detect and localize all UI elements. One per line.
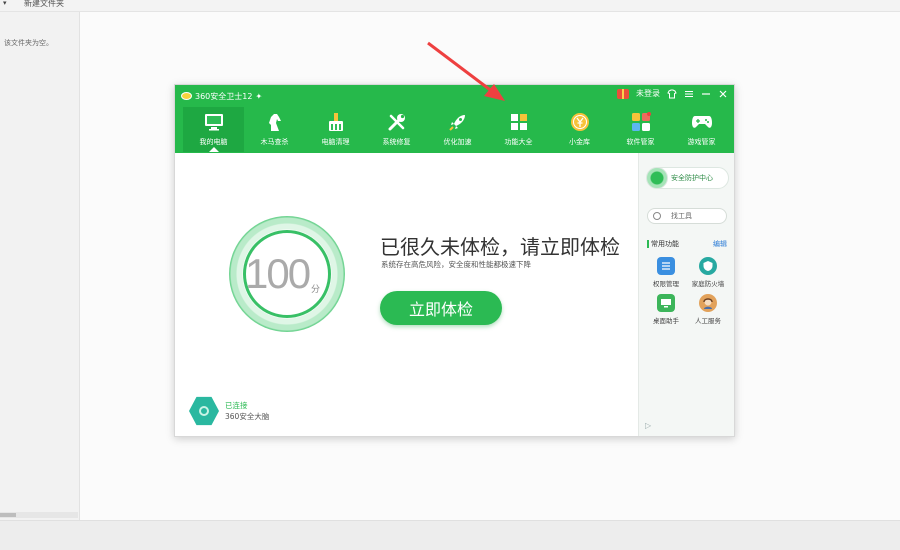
tab-pc-cleanup[interactable]: 电脑清理 [305, 107, 366, 152]
coin-icon [569, 111, 591, 133]
support-agent-icon [699, 294, 717, 312]
expand-sidebar-icon[interactable]: ▷ [645, 421, 651, 430]
explorer-tab[interactable]: 新建文件夹 [24, 0, 64, 9]
edit-link[interactable]: 编辑 [713, 239, 727, 249]
gift-icon[interactable] [617, 88, 629, 99]
permission-icon [657, 257, 675, 275]
tab-optimize[interactable]: 优化加速 [427, 107, 488, 152]
monitor-icon [203, 111, 225, 133]
common-features-title: 常用功能 [647, 239, 679, 249]
tab-label: 我的电脑 [199, 138, 228, 146]
app-header: 360安全卫士12 ✦ 未登录 我的电脑 木马查杀 电脑清理 系统修复 优化加速… [175, 85, 734, 153]
horizontal-scrollbar[interactable] [0, 512, 78, 518]
tab-label: 木马查杀 [260, 138, 289, 146]
menu-icon[interactable] [684, 89, 694, 99]
tab-vault[interactable]: 小金库 [549, 107, 610, 152]
horse-icon [264, 111, 286, 133]
find-tools-label: 找工具 [671, 212, 692, 220]
login-link[interactable]: 未登录 [636, 88, 660, 99]
main-nav: 我的电脑 木马查杀 电脑清理 系统修复 优化加速 功能大全 小金库 软件管家 游… [183, 107, 732, 152]
tool-label: 桌面助手 [653, 317, 679, 325]
pin-icon[interactable]: ✦ [255, 92, 262, 101]
health-score: 100 [245, 250, 311, 297]
tab-trojan-scan[interactable]: 木马查杀 [244, 107, 305, 152]
app-title-bar: 360安全卫士12 ✦ [181, 89, 262, 103]
tab-all-features[interactable]: 功能大全 [488, 107, 549, 152]
tab-label: 游戏管家 [687, 138, 716, 146]
shield-icon [646, 167, 668, 189]
chevron-down-icon[interactable]: ▾ [3, 0, 7, 7]
tab-label: 电脑清理 [321, 138, 350, 146]
security-app-window: 360安全卫士12 ✦ 未登录 我的电脑 木马查杀 电脑清理 系统修复 优化加速… [174, 84, 735, 437]
start-checkup-button[interactable]: 立即体检 [380, 291, 502, 325]
scrollbar-thumb[interactable] [0, 513, 16, 517]
app-logo-icon [181, 92, 192, 100]
protection-center-button[interactable]: 安全防护中心 [646, 167, 729, 189]
checkup-headline: 已很久未体检，请立即体检 [380, 235, 620, 259]
common-features-header: 常用功能 编辑 [647, 239, 727, 249]
tab-label: 系统修复 [382, 138, 411, 146]
protection-center-label: 安全防护中心 [671, 174, 713, 182]
brain-connection-status: 已连接 [225, 401, 248, 410]
tool-home-firewall[interactable]: 家庭防火墙 [687, 257, 729, 288]
tab-system-repair[interactable]: 系统修复 [366, 107, 427, 152]
grid-icon [508, 111, 530, 133]
explorer-navigation-pane: 该文件夹为空。 [0, 12, 80, 520]
explorer-tab-bar: ▾ 新建文件夹 [0, 0, 900, 12]
find-tools-search[interactable]: 找工具 [647, 208, 727, 224]
tool-label: 家庭防火墙 [691, 280, 725, 288]
tab-label: 小金库 [569, 138, 590, 146]
skin-icon[interactable] [667, 89, 677, 99]
search-icon [653, 212, 661, 220]
tool-human-service[interactable]: 人工服务 [687, 294, 729, 325]
tab-label: 优化加速 [443, 138, 472, 146]
common-tools-grid: 权限管理 家庭防火墙 桌面助手 人工服务 [645, 257, 729, 325]
broom-icon [325, 111, 347, 133]
security-brain-icon [189, 396, 219, 426]
wrench-icon [386, 111, 408, 133]
app-title: 360安全卫士12 [195, 91, 253, 101]
checkup-panel: 100 分 已很久未体检，请立即体检 系统存在高危风险，安全度和性能都极速下降 … [175, 153, 638, 436]
tab-my-computer[interactable]: 我的电脑 [183, 107, 244, 152]
tab-game-manager[interactable]: 游戏管家 [671, 107, 732, 152]
score-unit: 分 [311, 285, 321, 295]
desktop-assistant-icon [657, 294, 675, 312]
apps-icon [630, 111, 652, 133]
rocket-icon [447, 111, 469, 133]
window-controls: 未登录 [617, 88, 728, 99]
security-brain-status[interactable]: 已连接 360安全大脑 [189, 396, 269, 426]
tab-label: 功能大全 [504, 138, 533, 146]
firewall-icon [699, 257, 717, 275]
explorer-status-bar [0, 520, 900, 550]
gamepad-icon [691, 111, 713, 133]
tool-permission-management[interactable]: 权限管理 [645, 257, 687, 288]
score-ring: 100 分 [229, 216, 345, 332]
tool-label: 人工服务 [695, 317, 721, 325]
minimize-icon[interactable] [701, 89, 711, 99]
sidebar: 安全防护中心 找工具 常用功能 编辑 权限管理 家庭防火墙 桌面助手 人工服务 … [638, 153, 734, 436]
tab-label: 软件管家 [626, 138, 655, 146]
tab-software-manager[interactable]: 软件管家 [610, 107, 671, 152]
empty-folder-text: 该文件夹为空。 [4, 39, 53, 47]
brain-name: 360安全大脑 [225, 412, 270, 421]
tool-desktop-assistant[interactable]: 桌面助手 [645, 294, 687, 325]
close-icon[interactable] [718, 89, 728, 99]
risk-warning-text: 系统存在高危风险，安全度和性能都极速下降 [381, 260, 531, 269]
tool-label: 权限管理 [653, 280, 679, 288]
